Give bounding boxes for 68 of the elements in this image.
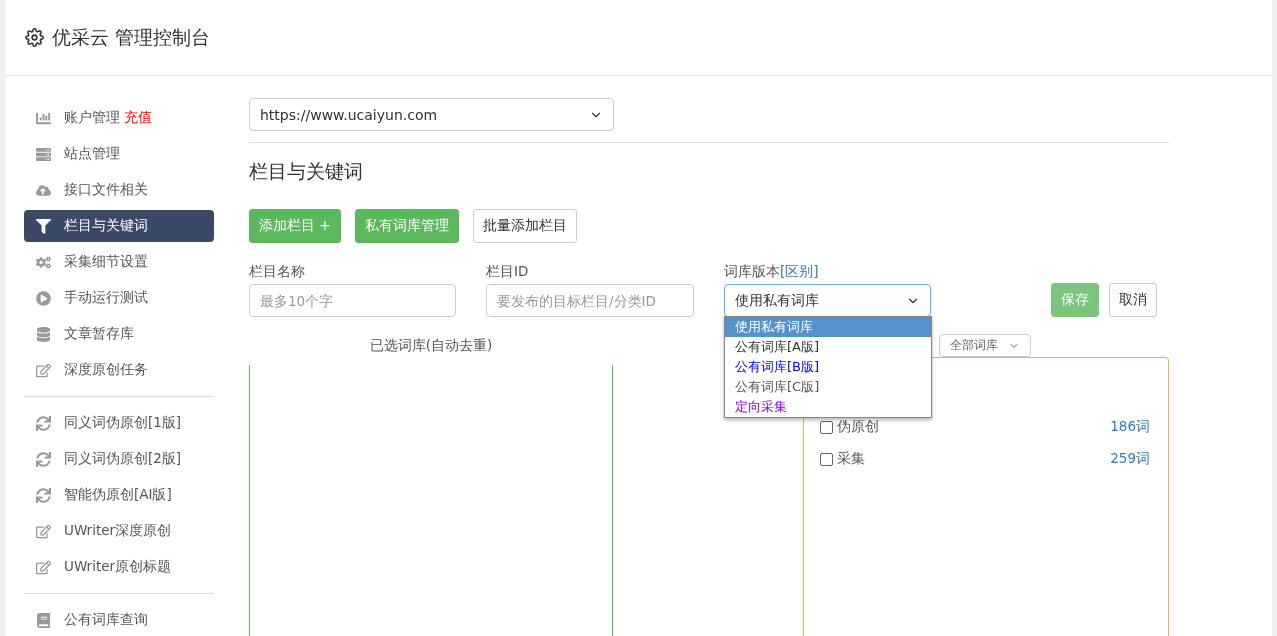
cloud-icon (36, 182, 51, 198)
toolbar-button[interactable]: 批量添加栏目 (472, 209, 577, 243)
box-label: 已选词库(自动去重) (369, 337, 493, 355)
sidebar-label: UWriter原创标题 (64, 558, 172, 576)
input-field[interactable]: 最多10个字 (249, 284, 456, 317)
library-name: 采集 (837, 450, 866, 468)
checkbox[interactable] (820, 452, 833, 466)
sidebar-item[interactable]: 采集细节设置 (24, 246, 214, 278)
sidebar-label: 文章暂存库 (64, 325, 134, 343)
edit-icon (36, 523, 51, 539)
checkbox[interactable] (820, 420, 833, 434)
sidebar-label: 公有词库查询 (64, 611, 148, 629)
library-filter-select[interactable]: 全部词库 (939, 334, 1031, 357)
chart-icon (36, 110, 51, 126)
field-label: 栏目ID (486, 263, 530, 281)
word-count[interactable]: 259词 (1110, 450, 1150, 468)
sidebar-item[interactable]: UWriter深度原创 (24, 515, 214, 547)
sidebar-item[interactable]: 同义词伪原创[2版] (24, 443, 214, 475)
sidebar-label: 接口文件相关 (64, 181, 148, 199)
dropdown-option[interactable]: 公有词库[C版] (725, 377, 931, 397)
cancel-button[interactable]: 取消 (1109, 283, 1157, 317)
sidebar-label: 同义词伪原创[2版] (64, 450, 182, 468)
sidebar-item[interactable]: 账户管理 充值 (24, 102, 214, 134)
sidebar-item[interactable]: 站点管理 (24, 138, 214, 170)
book-icon (36, 612, 51, 628)
sidebar-label: 手动运行测试 (64, 289, 148, 307)
sidebar-item[interactable]: 同义词伪原创[1版] (24, 407, 214, 439)
field-label: 栏目名称 (249, 263, 306, 281)
dropdown-option[interactable]: 定向采集 (725, 397, 931, 417)
recharge-badge[interactable]: 充值 (124, 109, 152, 127)
gears-icon (36, 254, 51, 270)
sidebar-label: 站点管理 (64, 145, 120, 163)
sidebar-label: 深度原创任务 (64, 361, 148, 379)
edit-icon (36, 362, 51, 378)
sidebar-item[interactable]: UWriter原创标题 (24, 551, 214, 583)
sidebar-label: 采集细节设置 (64, 253, 148, 271)
sidebar-item[interactable]: 文章暂存库 (24, 318, 214, 350)
filter-icon (36, 218, 51, 234)
sidebar-item[interactable]: 手动运行测试 (24, 282, 214, 314)
dropdown-option[interactable]: 公有词库[A版] (725, 337, 931, 357)
input-field[interactable]: 要发布的目标栏目/分类ID (486, 284, 694, 317)
sidebar-item[interactable]: 智能伪原创[AI版] (24, 479, 214, 511)
sidebar-label: UWriter深度原创 (64, 522, 172, 540)
database-icon (36, 326, 51, 342)
edit-icon (36, 559, 51, 575)
page-title: 优采云 管理控制台 (52, 24, 211, 50)
play-icon (36, 290, 51, 306)
sidebar-label: 栏目与关键词 (64, 217, 148, 235)
sidebar-item[interactable]: 深度原创任务 (24, 354, 214, 386)
sync-icon (36, 415, 51, 431)
difference-link[interactable]: [区别] (780, 263, 819, 279)
dropdown-option[interactable]: 公有词库[B版] (725, 357, 931, 377)
sidebar-item[interactable]: 接口文件相关 (24, 174, 214, 206)
sync-icon (36, 451, 51, 467)
word-count[interactable]: 186词 (1110, 418, 1150, 436)
sidebar-label: 智能伪原创[AI版] (64, 486, 172, 504)
library-name: 伪原创 (837, 418, 880, 436)
sidebar-label: 同义词伪原创[1版] (64, 414, 182, 432)
sidebar-item[interactable]: 公有词库查询 (24, 604, 214, 636)
sync-icon (36, 487, 51, 503)
settings-icon (25, 28, 44, 47)
section-title: 栏目与关键词 (249, 159, 364, 184)
site-select[interactable]: https://www.ucaiyun.com (249, 98, 614, 131)
sidebar-label: 账户管理 (64, 109, 120, 127)
sidebar-item[interactable]: 栏目与关键词 (24, 210, 214, 242)
server-icon (36, 146, 51, 162)
version-select[interactable]: 使用私有词库 (724, 284, 931, 317)
field-label: 词库版本[区别] (724, 263, 820, 281)
